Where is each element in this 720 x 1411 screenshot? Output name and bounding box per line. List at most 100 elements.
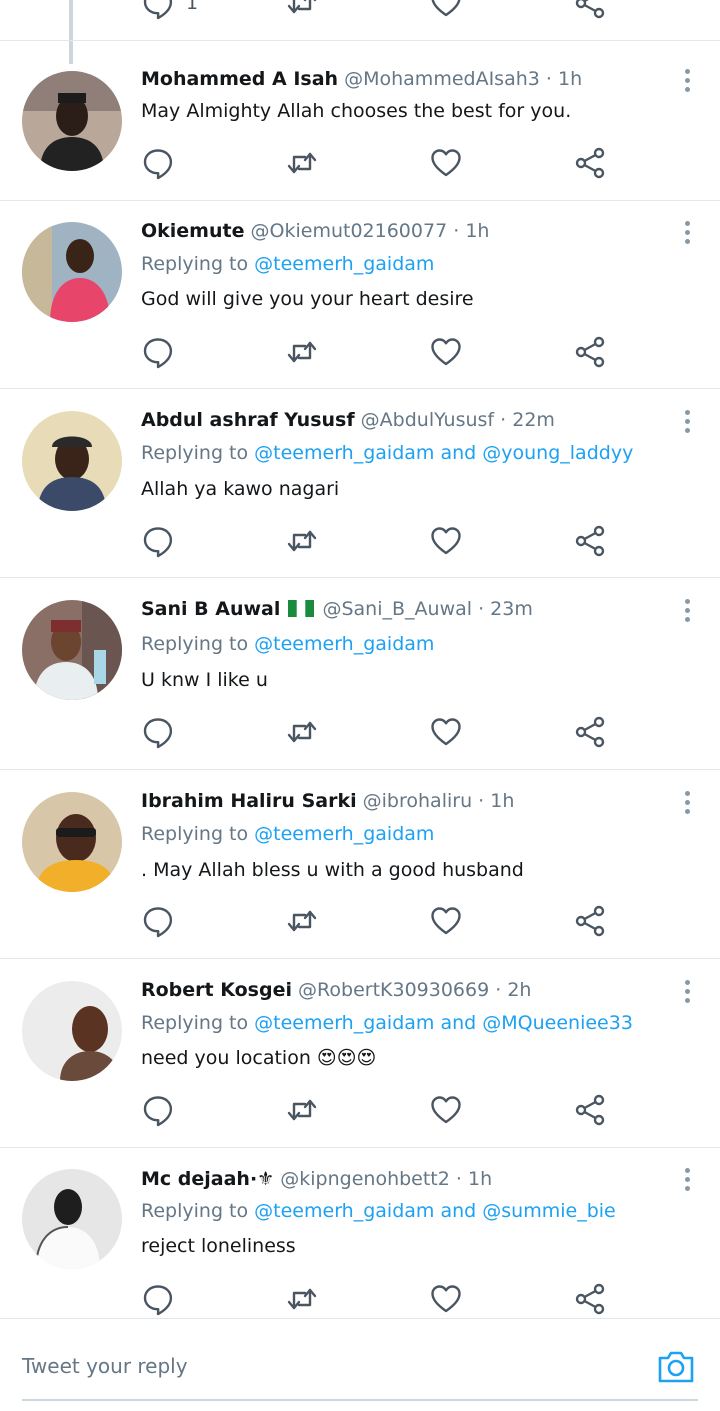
tweet-header: Sani B Auwal @Sani_B_Auwal · 23m <box>141 598 660 620</box>
reply-button[interactable] <box>141 1282 175 1316</box>
share-button[interactable] <box>573 904 607 938</box>
mention-link[interactable]: @teemerh_gaidam <box>254 1012 434 1034</box>
more-options-button[interactable] <box>682 221 692 251</box>
share-button[interactable] <box>573 1282 607 1316</box>
more-options-button[interactable] <box>682 69 692 99</box>
timestamp: 1h <box>465 220 490 242</box>
retweet-button[interactable] <box>285 0 319 20</box>
speech-bubble-icon <box>141 1282 175 1316</box>
user-handle[interactable]: @RobertK30930669 <box>298 979 489 1001</box>
display-name[interactable]: Robert Kosgei <box>141 979 292 1001</box>
mention-link[interactable]: @MQueeniee33 <box>482 1012 633 1034</box>
user-handle[interactable]: @Sani_B_Auwal <box>322 598 472 620</box>
like-button[interactable] <box>429 335 463 369</box>
reply-button[interactable] <box>141 146 175 180</box>
user-handle[interactable]: @ibrohaliru <box>363 790 472 812</box>
share-button[interactable] <box>573 146 607 180</box>
share-icon <box>573 1282 607 1316</box>
user-handle[interactable]: @Okiemut02160077 <box>251 220 448 242</box>
more-options-button[interactable] <box>682 410 692 440</box>
avatar[interactable] <box>22 1169 122 1269</box>
tweet-item[interactable]: Mohammed A Isah @MohammedAIsah3 · 1h May… <box>0 40 720 201</box>
avatar[interactable] <box>22 222 122 322</box>
mention-link[interactable]: @teemerh_gaidam <box>254 253 434 275</box>
tweet-header: Robert Kosgei @RobertK30930669 · 2h <box>141 979 660 1001</box>
mention-link[interactable]: @teemerh_gaidam <box>254 823 434 845</box>
like-button[interactable] <box>429 1093 463 1127</box>
like-button[interactable] <box>429 1282 463 1316</box>
display-name[interactable]: Okiemute <box>141 220 244 242</box>
reply-button[interactable] <box>141 715 175 749</box>
like-button[interactable] <box>429 904 463 938</box>
tweet-text-content: need you location <box>141 1047 311 1069</box>
avatar[interactable] <box>22 600 122 700</box>
display-name[interactable]: Abdul ashraf Yususf <box>141 409 355 431</box>
mention-link[interactable]: @teemerh_gaidam <box>254 442 434 464</box>
tweet-text: need you location 😍😍😍 <box>141 1047 376 1069</box>
like-button[interactable] <box>429 715 463 749</box>
speech-bubble-icon <box>141 335 175 369</box>
more-options-button[interactable] <box>682 791 692 821</box>
share-button[interactable] <box>573 1093 607 1127</box>
avatar[interactable] <box>22 792 122 892</box>
mention-link[interactable]: @summie_bie <box>482 1200 615 1222</box>
camera-button[interactable] <box>656 1347 696 1385</box>
like-button[interactable] <box>429 0 463 20</box>
reply-button[interactable] <box>141 0 175 20</box>
avatar[interactable] <box>22 981 122 1081</box>
tweet-item[interactable]: Sani B Auwal @Sani_B_Auwal · 23m Replyin… <box>0 578 720 770</box>
display-name[interactable]: Sani B Auwal <box>141 598 280 620</box>
more-options-button[interactable] <box>682 980 692 1010</box>
share-button[interactable] <box>573 335 607 369</box>
retweet-button[interactable] <box>285 904 319 938</box>
user-handle[interactable]: @MohammedAIsah3 <box>344 68 540 90</box>
share-button[interactable] <box>573 715 607 749</box>
like-button[interactable] <box>429 524 463 558</box>
share-button[interactable] <box>573 0 607 20</box>
heart-icon <box>429 1282 463 1316</box>
share-icon <box>573 146 607 180</box>
replying-to-label: Replying to <box>141 253 249 275</box>
avatar[interactable] <box>22 71 122 171</box>
mention-link[interactable]: @teemerh_gaidam <box>254 1200 434 1222</box>
retweet-button[interactable] <box>285 146 319 180</box>
user-handle[interactable]: @kipngenohbett2 <box>280 1168 450 1190</box>
timestamp: 22m <box>512 409 555 431</box>
vertical-dots-icon <box>682 69 692 92</box>
retweet-button[interactable] <box>285 524 319 558</box>
user-handle[interactable]: @AbdulYususf <box>361 409 494 431</box>
timestamp: 2h <box>507 979 532 1001</box>
reply-button[interactable] <box>141 335 175 369</box>
heart-icon <box>429 524 463 558</box>
display-name[interactable]: Mc dejaah·⚜ <box>141 1168 274 1190</box>
retweet-button[interactable] <box>285 715 319 749</box>
tweet-item[interactable]: Robert Kosgei @RobertK30930669 · 2h Repl… <box>0 959 720 1148</box>
mention-link[interactable]: @young_laddyy <box>482 442 633 464</box>
retweet-button[interactable] <box>285 1282 319 1316</box>
share-button[interactable] <box>573 524 607 558</box>
retweet-button[interactable] <box>285 335 319 369</box>
retweet-button[interactable] <box>285 1093 319 1127</box>
reply-button[interactable] <box>141 1093 175 1127</box>
reply-button[interactable] <box>141 524 175 558</box>
speech-bubble-icon <box>141 904 175 938</box>
tweet-item[interactable]: Abdul ashraf Yususf @AbdulYususf · 22m R… <box>0 389 720 578</box>
timestamp: 1h <box>490 790 515 812</box>
tweet-item[interactable]: Ibrahim Haliru Sarki @ibrohaliru · 1h Re… <box>0 770 720 959</box>
vertical-dots-icon <box>682 791 692 814</box>
display-name[interactable]: Mohammed A Isah <box>141 68 338 90</box>
reply-button[interactable] <box>141 904 175 938</box>
display-name[interactable]: Ibrahim Haliru Sarki <box>141 790 357 812</box>
like-button[interactable] <box>429 146 463 180</box>
tweet-text: . May Allah bless u with a good husband <box>141 859 524 881</box>
reply-input[interactable]: Tweet your reply <box>22 1354 188 1378</box>
replying-to-label: Replying to <box>141 823 249 845</box>
avatar[interactable] <box>22 411 122 511</box>
replying-to: Replying to @teemerh_gaidam and @summie_… <box>141 1200 616 1222</box>
more-options-button[interactable] <box>682 599 692 629</box>
more-options-button[interactable] <box>682 1168 692 1198</box>
mention-link[interactable]: @teemerh_gaidam <box>254 633 434 655</box>
vertical-dots-icon <box>682 1168 692 1191</box>
tweet-item[interactable]: Okiemute @Okiemut02160077 · 1h Replying … <box>0 200 720 389</box>
tweet-item[interactable]: Mc dejaah·⚜ @kipngenohbett2 · 1h Replyin… <box>0 1148 720 1318</box>
